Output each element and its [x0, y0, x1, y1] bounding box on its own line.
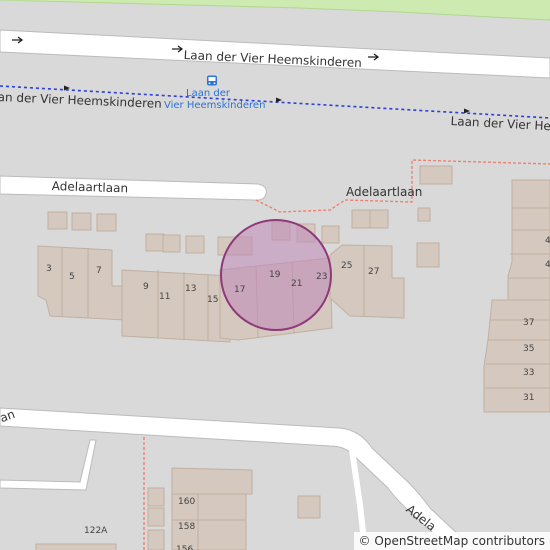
attribution-link[interactable]: OpenStreetMap contributors	[374, 532, 545, 550]
buildings-bottom	[35, 467, 321, 550]
bus-stop-icon[interactable]	[206, 75, 218, 87]
buildings-row	[37, 244, 405, 343]
house-number: 160	[178, 497, 196, 507]
house-number: 27	[368, 267, 380, 277]
road-adelaartlaan	[0, 175, 267, 201]
house-number: 23	[316, 272, 328, 282]
house-number: 9	[143, 282, 149, 292]
house-number: 19	[269, 270, 281, 280]
street-label-adelaartlaan-right: Adelaartlaan	[346, 185, 423, 199]
house-number: 25	[341, 261, 353, 271]
bus-stop-name-line1: Laan der	[186, 88, 230, 99]
house-number: 7	[96, 266, 102, 276]
bus-stop-name-line2: Vier Heemskinderen	[164, 100, 266, 111]
house-number: 17	[234, 285, 246, 295]
house-number: 4	[545, 236, 550, 246]
house-number: 13	[185, 284, 197, 294]
house-number: 5	[69, 272, 75, 282]
route-arrow	[276, 97, 282, 103]
copyright-symbol: ©	[358, 534, 371, 548]
house-number: 3	[46, 264, 52, 274]
house-number: 156	[176, 545, 194, 550]
house-number: 4	[545, 260, 550, 270]
house-number: 122A	[84, 526, 108, 536]
house-number: 11	[159, 292, 171, 302]
house-number: 33	[523, 368, 535, 378]
street-label-adelaartlaan-left: Adelaartlaan	[51, 179, 129, 196]
house-number: 21	[291, 279, 303, 289]
house-number: 37	[523, 318, 535, 328]
service-road	[0, 439, 97, 491]
house-number: 15	[207, 295, 219, 305]
buildings-right	[483, 179, 550, 413]
house-number: 158	[178, 522, 196, 532]
house-number: 35	[523, 344, 535, 354]
map-attribution[interactable]: © OpenStreetMap contributors	[353, 532, 550, 550]
house-number: 31	[523, 393, 535, 403]
map-view[interactable]: Laan der Vier Heemskinderen an der Vier …	[0, 0, 550, 550]
